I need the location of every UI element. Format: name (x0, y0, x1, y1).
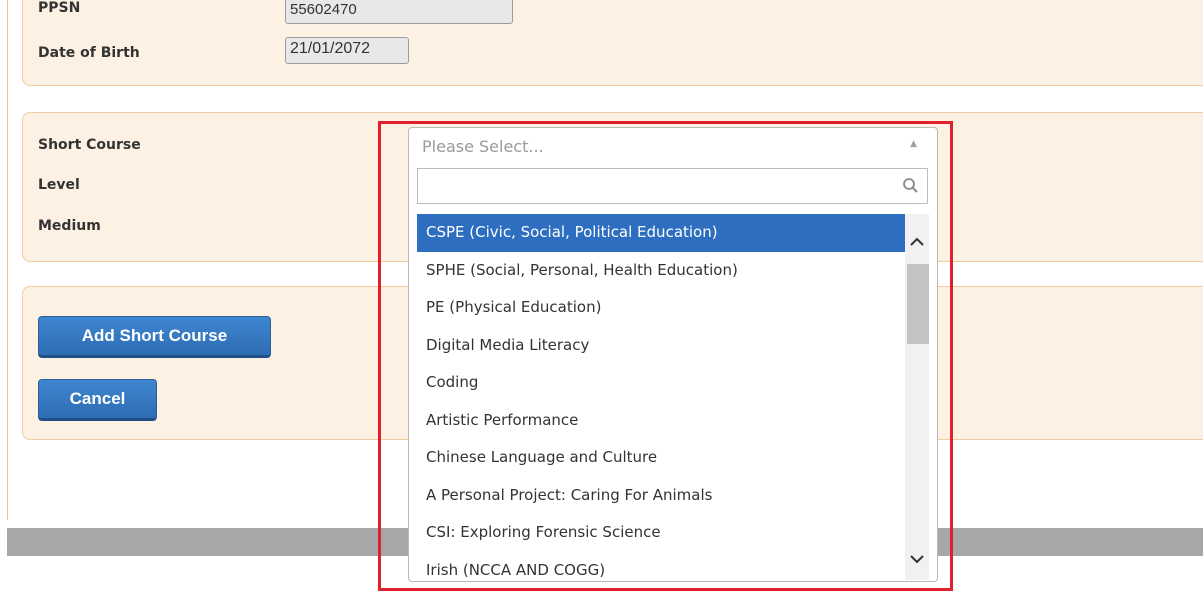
search-icon (903, 178, 918, 193)
dropdown-option[interactable]: Digital Media Literacy (417, 327, 905, 365)
dropdown-option[interactable]: Coding (417, 364, 905, 402)
select-placeholder: Please Select... (422, 137, 544, 156)
dropdown-option[interactable]: Chinese Language and Culture (417, 439, 905, 477)
chevron-down-icon[interactable] (905, 547, 929, 571)
scrollbar-thumb[interactable] (907, 264, 929, 344)
student-details-panel (22, 0, 1203, 86)
medium-label: Medium (38, 218, 101, 234)
dropdown-option[interactable]: A Personal Project: Caring For Animals (417, 477, 905, 515)
dropdown-panel: CSPE (Civic, Social, Political Education… (408, 162, 938, 582)
dropdown-option[interactable]: PE (Physical Education) (417, 289, 905, 327)
dropdown-search-input[interactable] (420, 171, 910, 203)
dropdown-search-box (417, 168, 928, 204)
dropdown-option[interactable]: SPHE (Social, Personal, Health Education… (417, 252, 905, 290)
triangle-up-icon: ▲ (910, 139, 917, 149)
ppsn-label: PPSN (38, 0, 81, 16)
dropdown-options-list: CSPE (Civic, Social, Political Education… (417, 214, 905, 582)
dropdown-option[interactable]: Irish (NCCA AND COGG) (417, 552, 905, 582)
short-course-label: Short Course (38, 137, 141, 153)
add-short-course-button[interactable]: Add Short Course (38, 316, 271, 358)
short-course-select[interactable]: Please Select... ▲ (408, 127, 938, 163)
level-label: Level (38, 177, 80, 193)
dropdown-option[interactable]: Artistic Performance (417, 402, 905, 440)
dob-label: Date of Birth (38, 45, 140, 61)
dob-field: 21/01/2072 (285, 37, 409, 64)
chevron-up-icon[interactable] (905, 230, 929, 254)
ppsn-field: 55602470 (285, 0, 513, 24)
dropdown-scrollbar[interactable] (905, 214, 929, 580)
dropdown-option[interactable]: CSPE (Civic, Social, Political Education… (417, 214, 905, 252)
cancel-button[interactable]: Cancel (38, 379, 157, 421)
dropdown-option[interactable]: CSI: Exploring Forensic Science (417, 514, 905, 552)
